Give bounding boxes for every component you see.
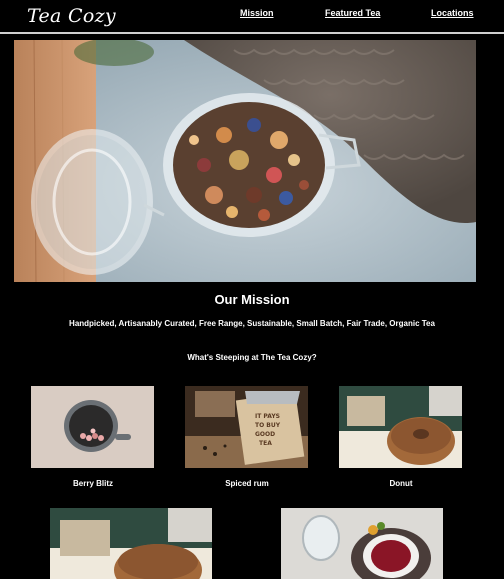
tea-caption-donut: Donut bbox=[389, 479, 413, 488]
tea-caption-spiced-rum: Spiced rum bbox=[225, 479, 269, 488]
site-logo[interactable]: Tea Cozy bbox=[27, 5, 116, 27]
sign-text-line-1: IT PAYS bbox=[255, 413, 280, 420]
featured-title: What's Steeping at The Tea Cozy? bbox=[187, 353, 317, 362]
nav-link-mission[interactable]: Mission bbox=[240, 8, 274, 18]
hero-image bbox=[14, 40, 476, 282]
mission-tagline: Handpicked, Artisanably Curated, Free Ra… bbox=[69, 319, 435, 328]
sign-text-line-2: TO BUY bbox=[255, 422, 281, 429]
nav-link-locations[interactable]: Locations bbox=[431, 8, 474, 18]
tea-image-row2-donut[interactable] bbox=[50, 508, 212, 579]
sign-text-line-3: GOOD bbox=[255, 431, 275, 438]
tea-image-row2-teacup[interactable] bbox=[281, 508, 443, 579]
tea-image-spiced-rum[interactable]: IT PAYS TO BUY GOOD TEA bbox=[185, 386, 308, 468]
site-header: Tea Cozy Mission Featured Tea Locations bbox=[0, 0, 504, 34]
tea-image-donut[interactable] bbox=[339, 386, 462, 468]
mission-title: Our Mission bbox=[214, 292, 290, 307]
tea-caption-berry-blitz: Berry Blitz bbox=[72, 479, 113, 488]
nav-link-featured-tea[interactable]: Featured Tea bbox=[325, 8, 380, 18]
tea-image-berry-blitz[interactable] bbox=[31, 386, 154, 468]
sign-text-line-4: TEA bbox=[259, 440, 272, 447]
